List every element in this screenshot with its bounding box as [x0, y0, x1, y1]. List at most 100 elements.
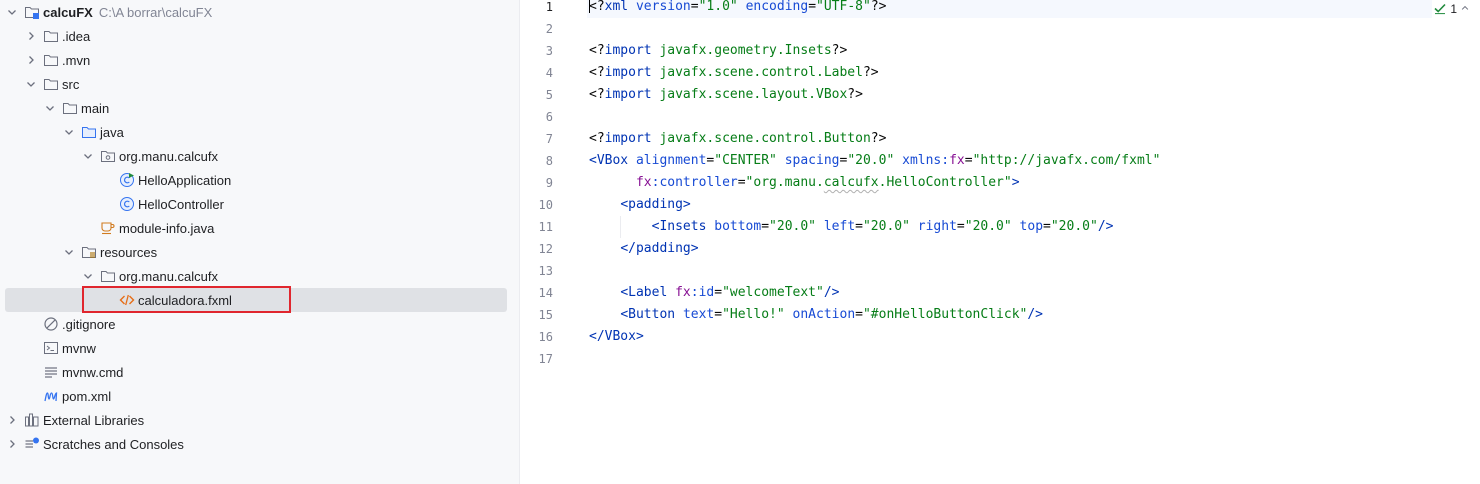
chevron-right-icon[interactable]	[25, 54, 37, 66]
chevron-down-icon[interactable]	[63, 126, 75, 138]
code-token: "20.0"	[964, 219, 1012, 234]
code-line[interactable]: <VBox alignment="CENTER" spacing="20.0" …	[589, 150, 1160, 172]
code-token: "Hello!"	[722, 307, 785, 322]
tree-item-calcfxml[interactable]: calculadora.fxml	[0, 288, 520, 312]
code-token: >	[1011, 175, 1020, 190]
tree-item-label: org.manu.calcufx	[119, 268, 218, 284]
code-token: <?	[589, 87, 605, 102]
tree-item-moduleinfo[interactable]: module-info.java	[0, 216, 520, 240]
code-token: =	[956, 219, 965, 234]
chevron-down-icon[interactable]	[82, 150, 94, 162]
chevron-down-icon[interactable]	[44, 102, 56, 114]
code-line[interactable]: <?import javafx.scene.control.Label?>	[589, 62, 879, 84]
code-token: :id	[690, 285, 715, 300]
tree-item-pkg-java[interactable]: org.manu.calcufx	[0, 144, 520, 168]
line-number: 1	[545, 0, 553, 14]
code-line[interactable]: </VBox>	[589, 326, 644, 348]
tree-item-pom[interactable]: pom.xml	[0, 384, 520, 408]
tree-item-src[interactable]: src	[0, 72, 520, 96]
code-line[interactable]: <?xml version="1.0" encoding="UTF-8"?>	[589, 0, 886, 18]
code-line[interactable]: <padding>	[589, 194, 690, 216]
chevron-right-icon[interactable]	[6, 414, 18, 426]
chevron-right-icon[interactable]	[25, 30, 37, 42]
code-line[interactable]: </padding>	[589, 238, 698, 260]
code-token: :controller	[651, 175, 738, 190]
tree-item-idea[interactable]: .idea	[0, 24, 520, 48]
code-editor[interactable]: 1 2 3 4 5 6 7 8 9 10 11 12 13 14 15 16 17 <?xml version=…	[521, 0, 1480, 484]
tree-item-calcufx[interactable]: calcuFX C:\A borrar\calcuFX	[0, 0, 520, 24]
chevron-down-icon[interactable]	[25, 78, 37, 90]
chevron-down-icon[interactable]	[63, 246, 75, 258]
code-token: javafx.scene.control.Label	[659, 65, 863, 80]
chevron-up-icon[interactable]	[1460, 2, 1470, 16]
tree-item-java[interactable]: java	[0, 120, 520, 144]
code-token: right	[917, 219, 957, 234]
folder-icon	[43, 28, 59, 44]
tree-item-helloapp[interactable]: HelloApplication	[0, 168, 520, 192]
line-number: 3	[545, 44, 553, 58]
code-line[interactable]: <Insets bottom="20.0" left="20.0" right=…	[589, 216, 1114, 238]
code-line[interactable]: <Label fx:id="welcomeText"/>	[589, 282, 839, 304]
chevron-down-icon[interactable]	[6, 6, 18, 18]
code-token: =	[761, 219, 770, 234]
chevron-right-icon[interactable]	[6, 438, 18, 450]
tree-item-scratches[interactable]: Scratches and Consoles	[0, 432, 520, 456]
code-token: xmlns:	[902, 153, 950, 168]
code-token: import	[604, 131, 652, 146]
check-inspection-icon	[1433, 1, 1447, 18]
code-token: "http://javafx.com/fxml"	[972, 153, 1161, 168]
code-token: "20.0"	[1050, 219, 1098, 234]
code-token: =	[1043, 219, 1051, 234]
folder-icon	[62, 100, 78, 116]
tree-item-hellocontroller[interactable]: HelloController	[0, 192, 520, 216]
shell-script-icon	[43, 340, 59, 356]
code-line[interactable]: <?import javafx.scene.control.Button?>	[589, 128, 886, 150]
maven-icon	[43, 388, 59, 404]
tree-item-label: Scratches and Consoles	[43, 436, 184, 452]
code-line[interactable]: fx:controller="org.manu.calcufx.HelloCon…	[589, 172, 1020, 194]
code-token: import	[604, 87, 652, 102]
tree-item-gitignore[interactable]: .gitignore	[0, 312, 520, 336]
tree-item-label: resources	[100, 244, 158, 260]
code-token: encoding	[745, 0, 809, 14]
tree-item-label: .mvn	[62, 52, 91, 68]
code-line[interactable]: <?import javafx.geometry.Insets?>	[589, 40, 847, 62]
inspection-widget[interactable]: 1	[1433, 0, 1470, 18]
code-token: .HelloController"	[878, 175, 1012, 190]
tree-item-label: org.manu.calcufx	[119, 148, 218, 164]
tree-item-main[interactable]: main	[0, 96, 520, 120]
tree-item-label: mvnw.cmd	[62, 364, 124, 380]
tree-item-pkg-res[interactable]: org.manu.calcufx	[0, 264, 520, 288]
tree-item-label: pom.xml	[62, 388, 112, 404]
tree-item-label: .gitignore	[62, 316, 116, 332]
line-number: 13	[538, 264, 553, 278]
module-info-icon	[100, 220, 116, 236]
tree-item-extlib[interactable]: External Libraries	[0, 408, 520, 432]
tree-item-mvnwcmd[interactable]: mvnw.cmd	[0, 360, 520, 384]
code-token: version	[635, 0, 691, 14]
code-line[interactable]: <?import javafx.scene.layout.VBox?>	[589, 84, 863, 106]
code-token: =	[964, 153, 973, 168]
code-line[interactable]: <Button text="Hello!" onAction="#onHello…	[589, 304, 1043, 326]
code-token: <Label	[620, 285, 668, 300]
tree-item-mvnw[interactable]: mvnw	[0, 336, 520, 360]
line-number: 5	[545, 88, 553, 102]
folder-icon	[43, 76, 59, 92]
project-tree-panel: calcuFX C:\A borrar\calcuFX .idea .mvn src ma…	[0, 0, 520, 484]
tree-item-mvn[interactable]: .mvn	[0, 48, 520, 72]
chevron-down-icon[interactable]	[82, 270, 94, 282]
code-token: fx	[635, 175, 652, 190]
libraries-icon	[24, 412, 40, 428]
code-token: "UTF-8"	[816, 0, 871, 14]
tree-item-resources[interactable]: resources	[0, 240, 520, 264]
